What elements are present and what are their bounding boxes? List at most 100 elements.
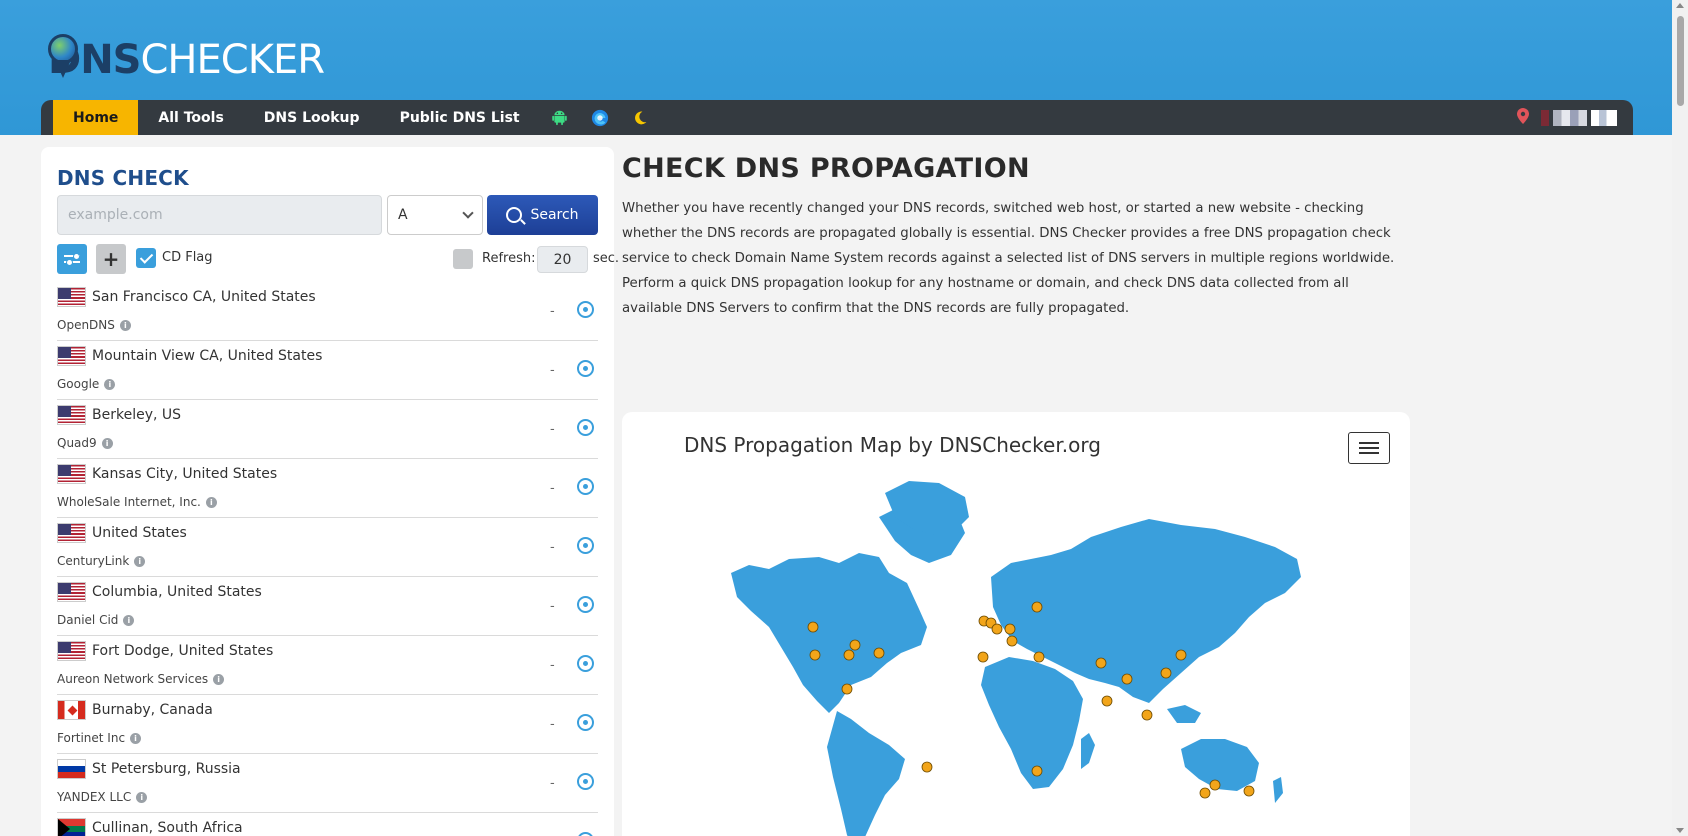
android-icon[interactable] bbox=[540, 100, 580, 135]
locate-target-icon[interactable] bbox=[577, 655, 594, 672]
marker-pin-icon bbox=[921, 761, 933, 773]
server-row: San Francisco CA, United States OpenDNS i… bbox=[57, 282, 598, 341]
site-header: DNSCHECKER Home All Tools DNS Lookup Pub… bbox=[0, 0, 1672, 135]
refresh-checkbox[interactable] bbox=[453, 249, 473, 269]
us-flag-icon bbox=[57, 464, 86, 484]
record-type-select[interactable]: A bbox=[387, 195, 483, 235]
marker-pin-icon bbox=[1006, 635, 1018, 647]
south-africa-flag-icon bbox=[57, 818, 86, 836]
info-icon[interactable]: i bbox=[104, 378, 116, 390]
server-location: Columbia, United States bbox=[92, 584, 262, 600]
propagation-map-card: DNS Propagation Map by DNSChecker.org bbox=[622, 412, 1410, 836]
server-location: Kansas City, United States bbox=[92, 466, 278, 482]
us-flag-icon bbox=[57, 287, 86, 307]
info-icon[interactable]: i bbox=[205, 496, 217, 508]
us-flag-icon bbox=[57, 405, 86, 425]
cd-flag-checkbox[interactable] bbox=[136, 248, 156, 268]
cd-flag-label: CD Flag bbox=[162, 250, 213, 265]
server-list: San Francisco CA, United States OpenDNS i… bbox=[57, 282, 598, 836]
seconds-label: sec. bbox=[593, 251, 620, 266]
locate-target-icon[interactable] bbox=[577, 537, 594, 554]
locate-target-icon[interactable] bbox=[577, 596, 594, 613]
refresh-label: Refresh: bbox=[482, 251, 536, 266]
location-pin-icon[interactable] bbox=[1517, 107, 1529, 128]
server-location: Fort Dodge, United States bbox=[92, 643, 274, 659]
locate-target-icon[interactable] bbox=[577, 301, 594, 318]
locate-target-icon[interactable] bbox=[577, 360, 594, 377]
nav-home[interactable]: Home bbox=[53, 100, 139, 135]
refresh-interval-input[interactable] bbox=[537, 246, 588, 273]
server-row: Kansas City, United States WholeSale Int… bbox=[57, 459, 598, 518]
server-location: Burnaby, Canada bbox=[92, 702, 213, 718]
marker-pin-icon bbox=[807, 621, 819, 633]
world-map bbox=[731, 481, 1301, 836]
info-icon[interactable]: i bbox=[134, 555, 146, 567]
locate-target-icon[interactable] bbox=[577, 832, 594, 836]
server-provider: WholeSale Internet, Inc. bbox=[57, 495, 201, 509]
server-provider: Daniel Cid bbox=[57, 613, 119, 627]
page-title: CHECK DNS PROPAGATION bbox=[622, 153, 1030, 184]
server-provider: Aureon Network Services bbox=[57, 672, 209, 686]
marker-pin-icon bbox=[1175, 649, 1187, 661]
us-flag-icon bbox=[57, 582, 86, 602]
locate-target-icon[interactable] bbox=[577, 478, 594, 495]
server-result: - bbox=[550, 481, 555, 496]
marker-pin-icon bbox=[841, 683, 853, 695]
search-button[interactable]: Search bbox=[487, 195, 598, 235]
search-icon bbox=[506, 207, 523, 223]
check-controls: + CD Flag Refresh: sec. bbox=[57, 244, 619, 274]
edge-icon[interactable] bbox=[580, 100, 620, 135]
locate-target-icon[interactable] bbox=[577, 773, 594, 790]
record-type-value: A bbox=[398, 207, 408, 223]
server-result: - bbox=[550, 717, 555, 732]
domain-input[interactable] bbox=[57, 195, 382, 235]
marker-pin-icon bbox=[843, 649, 855, 661]
page-scrollbar[interactable] bbox=[1672, 0, 1688, 836]
marker-pin-icon bbox=[977, 651, 989, 663]
marker-pin-icon bbox=[1199, 787, 1211, 799]
site-logo[interactable]: DNSCHECKER bbox=[46, 22, 325, 80]
marker-pin-icon bbox=[873, 647, 885, 659]
marker-pin-icon bbox=[1209, 779, 1221, 791]
flag-icon[interactable] bbox=[1541, 109, 1617, 126]
marker-pin-icon bbox=[1101, 695, 1113, 707]
nav-all-tools[interactable]: All Tools bbox=[138, 100, 243, 135]
server-row: Burnaby, Canada Fortinet Inc i - bbox=[57, 695, 598, 754]
info-icon[interactable]: i bbox=[136, 791, 148, 803]
marker-pin-icon bbox=[849, 639, 861, 651]
server-location: Berkeley, US bbox=[92, 407, 182, 423]
chevron-down-icon bbox=[462, 207, 474, 219]
server-provider: CenturyLink bbox=[57, 554, 130, 568]
us-flag-icon bbox=[57, 523, 86, 543]
info-icon[interactable]: i bbox=[213, 673, 225, 685]
server-result: - bbox=[550, 540, 555, 555]
settings-sliders-button[interactable] bbox=[57, 244, 87, 274]
server-result: - bbox=[550, 599, 555, 614]
nav-dns-lookup[interactable]: DNS Lookup bbox=[244, 100, 380, 135]
logo-checker: CHECKER bbox=[140, 37, 326, 83]
marker-pin-icon bbox=[1160, 667, 1172, 679]
server-result: - bbox=[550, 422, 555, 437]
locate-target-icon[interactable] bbox=[577, 714, 594, 731]
russia-flag-icon bbox=[57, 759, 86, 779]
moon-icon[interactable] bbox=[620, 100, 660, 135]
info-icon[interactable]: i bbox=[119, 319, 131, 331]
map-title: DNS Propagation Map by DNSChecker.org bbox=[684, 433, 1101, 457]
nav-public-dns-list[interactable]: Public DNS List bbox=[380, 100, 540, 135]
server-location: St Petersburg, Russia bbox=[92, 761, 241, 777]
marker-pin-icon bbox=[1095, 657, 1107, 669]
map-menu-button[interactable] bbox=[1348, 432, 1390, 464]
info-icon[interactable]: i bbox=[130, 732, 142, 744]
marker-pin-icon bbox=[1031, 765, 1043, 777]
server-row: Cullinan, South Africa - bbox=[57, 813, 598, 836]
us-flag-icon bbox=[57, 641, 86, 661]
info-icon[interactable]: i bbox=[101, 437, 113, 449]
info-icon[interactable]: i bbox=[123, 614, 135, 626]
marker-pin-icon bbox=[1004, 623, 1016, 635]
add-server-button[interactable]: + bbox=[96, 244, 126, 274]
dns-check-panel: DNS CHECK A Search + CD Flag Refresh: se… bbox=[41, 147, 619, 836]
server-provider: OpenDNS bbox=[57, 318, 115, 332]
server-provider: Quad9 bbox=[57, 436, 97, 450]
locate-target-icon[interactable] bbox=[577, 419, 594, 436]
server-row: Mountain View CA, United States Google i … bbox=[57, 341, 598, 400]
